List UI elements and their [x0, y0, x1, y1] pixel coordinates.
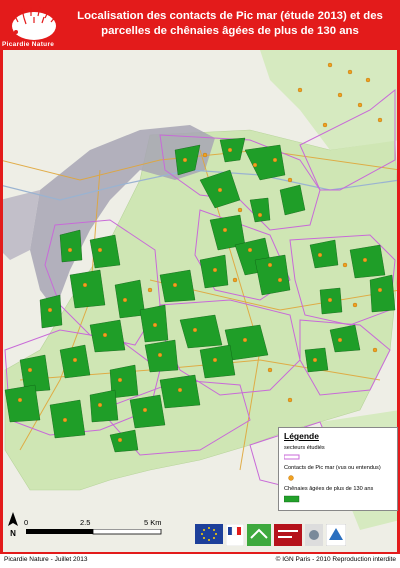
legend-sector-line-icon — [284, 454, 300, 460]
partner-blue-logo-icon — [326, 524, 346, 546]
map-header: Picardie Nature Localisation des contact… — [0, 0, 400, 50]
scale-label-0: 0 — [24, 518, 29, 527]
partner-logos — [195, 524, 347, 546]
north-arrow-icon: N — [8, 512, 18, 538]
scale-label-1: 2.5 — [80, 518, 91, 527]
scale-label-2: 5 Km — [144, 518, 162, 527]
map-title: Localisation des contacts de Pic mar (ét… — [77, 10, 383, 37]
scale-bar-graphic — [26, 529, 162, 535]
legend-oak-fill-icon — [284, 495, 300, 503]
legend-title: Légende — [284, 431, 319, 441]
legend-label-oaks: Chênaies âgées de plus de 130 ans — [284, 486, 374, 492]
partner-grey-logo-icon — [305, 524, 323, 546]
footer-credit: Picardie Nature - Juillet 2013 — [4, 556, 88, 563]
map-legend: Légende secteurs étudiés Contacts de Pic… — [278, 427, 398, 511]
org-name: Picardie Nature — [2, 41, 55, 48]
republic-logo-icon — [226, 524, 244, 546]
legend-label-contacts: Contacts de Pic mar (vus ou entendus) — [284, 465, 381, 471]
footer-copyright: © IGN Paris - 2010 Reproduction interdit… — [275, 556, 396, 563]
partner-green-logo-icon — [247, 524, 271, 546]
eu-flag-icon — [195, 524, 223, 544]
svg-text:N: N — [10, 529, 16, 538]
partner-red-logo-icon — [274, 524, 302, 546]
legend-contact-dot-icon — [288, 475, 294, 481]
legend-label-sectors: secteurs étudiés — [284, 445, 325, 451]
scale-bar: 0 2.5 5 Km — [22, 518, 172, 538]
